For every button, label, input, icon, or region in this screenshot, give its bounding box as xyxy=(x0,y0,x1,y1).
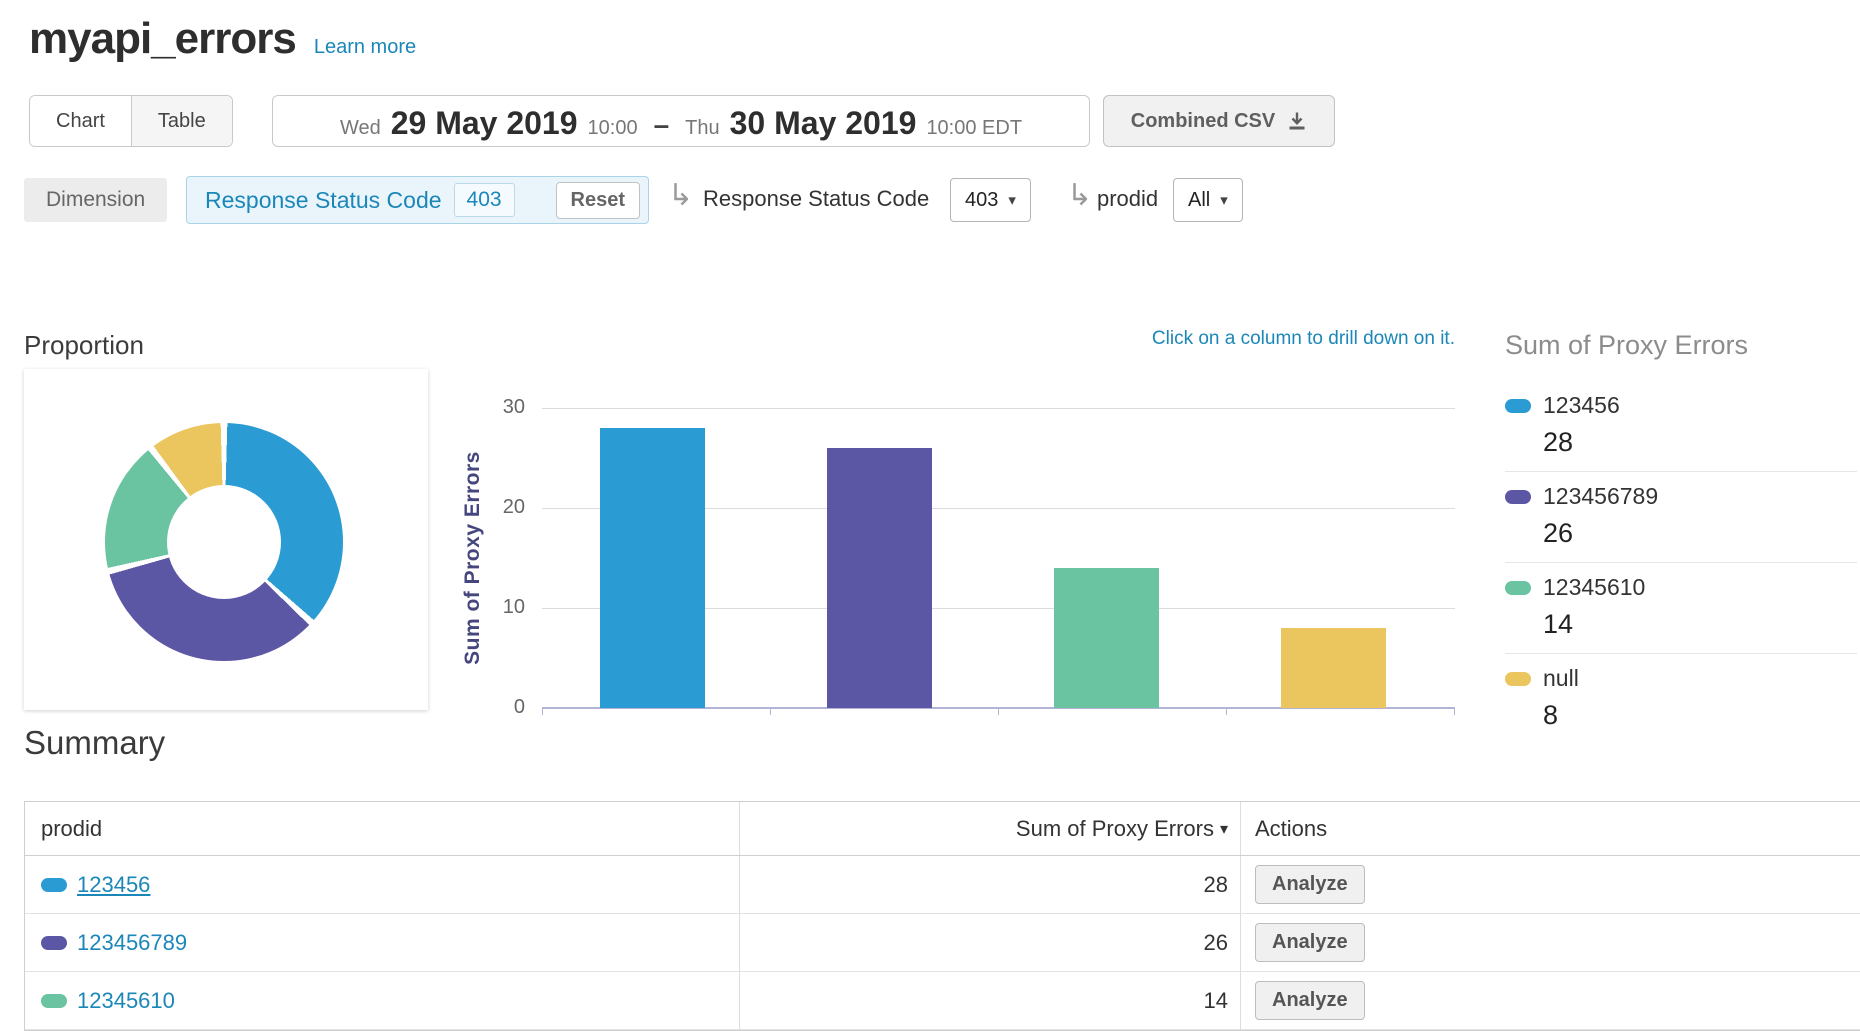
y-tick-30: 30 xyxy=(485,396,525,419)
active-filter-name: Response Status Code xyxy=(205,187,442,214)
prodid-link[interactable]: 123456789 xyxy=(77,930,187,956)
legend-swatch xyxy=(1505,399,1531,413)
x-axis-tick xyxy=(542,709,543,715)
summary-table: prodid Sum of Proxy Errors ▾ Actions 123… xyxy=(24,801,1860,1031)
column-header-metric[interactable]: Sum of Proxy Errors ▾ xyxy=(740,802,1241,855)
summary-title: Summary xyxy=(24,724,165,762)
end-day: Thu xyxy=(685,117,719,140)
legend-value: 26 xyxy=(1543,518,1857,549)
column-header-actions: Actions xyxy=(1241,802,1860,855)
legend-item: 123456789 26 xyxy=(1505,472,1857,563)
donut-hole xyxy=(167,485,281,599)
date-range-picker[interactable]: Wed 29 May 2019 10:00 – Thu 30 May 2019 … xyxy=(272,95,1090,147)
legend-label: 123456789 xyxy=(1543,483,1658,510)
y-axis-label: Sum of Proxy Errors xyxy=(461,451,485,665)
status-code-dropdown-value: 403 xyxy=(965,189,998,212)
column-header-prodid: prodid xyxy=(25,802,740,855)
x-axis-tick xyxy=(1454,709,1455,715)
drilldown-arrow-icon: ↳ xyxy=(1067,178,1092,213)
proportion-card xyxy=(24,369,428,710)
active-filter-value: 403 xyxy=(454,183,515,217)
drilldown-prodid-label: prodid xyxy=(1097,186,1158,212)
proportion-title: Proportion xyxy=(24,330,144,361)
legend-value: 8 xyxy=(1543,700,1857,731)
chart-view-button[interactable]: Chart xyxy=(30,96,131,146)
drilldown-status-label: Response Status Code xyxy=(703,186,929,212)
x-axis-tick xyxy=(770,709,771,715)
legend-swatch xyxy=(1505,581,1531,595)
bar-chart xyxy=(542,408,1455,708)
row-swatch xyxy=(41,994,67,1008)
prodid-link[interactable]: 123456 xyxy=(77,872,150,898)
reset-button[interactable]: Reset xyxy=(556,182,640,219)
y-tick-10: 10 xyxy=(485,596,525,619)
legend-label: null xyxy=(1543,665,1579,692)
drilldown-hint: Click on a column to drill down on it. xyxy=(1152,328,1455,350)
table-row: 12345610 14 Analyze xyxy=(25,972,1860,1030)
chevron-down-icon: ▾ xyxy=(1008,191,1016,209)
analyze-button[interactable]: Analyze xyxy=(1255,865,1365,904)
page-title: myapi_errors xyxy=(29,14,296,64)
metric-value: 26 xyxy=(740,914,1241,971)
prodid-link[interactable]: 12345610 xyxy=(77,988,175,1014)
legend-swatch xyxy=(1505,672,1531,686)
row-swatch xyxy=(41,936,67,950)
status-code-dropdown[interactable]: 403 ▾ xyxy=(950,178,1031,222)
learn-more-link[interactable]: Learn more xyxy=(314,36,416,59)
date-separator: – xyxy=(648,109,676,141)
metric-value: 28 xyxy=(740,856,1241,913)
analyze-button[interactable]: Analyze xyxy=(1255,981,1365,1020)
combined-csv-button[interactable]: Combined CSV xyxy=(1103,95,1335,147)
legend-title: Sum of Proxy Errors xyxy=(1505,330,1857,361)
legend-value: 14 xyxy=(1543,609,1857,640)
y-tick-20: 20 xyxy=(485,496,525,519)
x-axis-tick xyxy=(1226,709,1227,715)
bar-group xyxy=(542,408,1455,708)
legend-item: null 8 xyxy=(1505,654,1857,744)
prodid-dropdown-value: All xyxy=(1188,189,1210,212)
table-row: 123456 28 Analyze xyxy=(25,856,1860,914)
bar-123456789[interactable] xyxy=(827,448,932,708)
view-toggle: Chart Table xyxy=(29,95,233,147)
prodid-dropdown[interactable]: All ▾ xyxy=(1173,178,1243,222)
legend-value: 28 xyxy=(1543,427,1857,458)
chart-legend: Sum of Proxy Errors 123456 28 123456789 … xyxy=(1505,330,1857,744)
bar-123456[interactable] xyxy=(600,428,705,708)
bar-12345610[interactable] xyxy=(1054,568,1159,708)
start-day: Wed xyxy=(340,117,381,140)
column-header-metric-label: Sum of Proxy Errors xyxy=(1016,816,1214,842)
table-header-row: prodid Sum of Proxy Errors ▾ Actions xyxy=(25,802,1860,856)
bar-null[interactable] xyxy=(1281,628,1386,708)
chevron-down-icon: ▾ xyxy=(1220,191,1228,209)
metric-value: 14 xyxy=(740,972,1241,1029)
start-time: 10:00 xyxy=(588,117,638,140)
end-date: 30 May 2019 xyxy=(730,105,917,142)
x-axis-tick xyxy=(998,709,999,715)
legend-label: 123456 xyxy=(1543,392,1620,419)
drilldown-arrow-icon: ↳ xyxy=(668,178,693,213)
table-view-button[interactable]: Table xyxy=(131,96,232,146)
end-time: 10:00 EDT xyxy=(926,117,1022,140)
start-date: 29 May 2019 xyxy=(391,105,578,142)
row-swatch xyxy=(41,878,67,892)
page-header: myapi_errors Learn more xyxy=(29,14,416,64)
active-filter-pill[interactable]: Response Status Code 403 Reset xyxy=(186,176,649,224)
table-row: 123456789 26 Analyze xyxy=(25,914,1860,972)
donut-chart[interactable] xyxy=(105,423,343,661)
dimension-label: Dimension xyxy=(24,178,167,222)
legend-swatch xyxy=(1505,490,1531,504)
analyze-button[interactable]: Analyze xyxy=(1255,923,1365,962)
sort-descending-icon: ▾ xyxy=(1220,819,1228,839)
csv-button-label: Combined CSV xyxy=(1131,110,1275,133)
legend-label: 12345610 xyxy=(1543,574,1645,601)
legend-item: 12345610 14 xyxy=(1505,563,1857,654)
y-tick-0: 0 xyxy=(485,696,525,719)
download-icon xyxy=(1287,111,1307,131)
legend-item: 123456 28 xyxy=(1505,381,1857,472)
